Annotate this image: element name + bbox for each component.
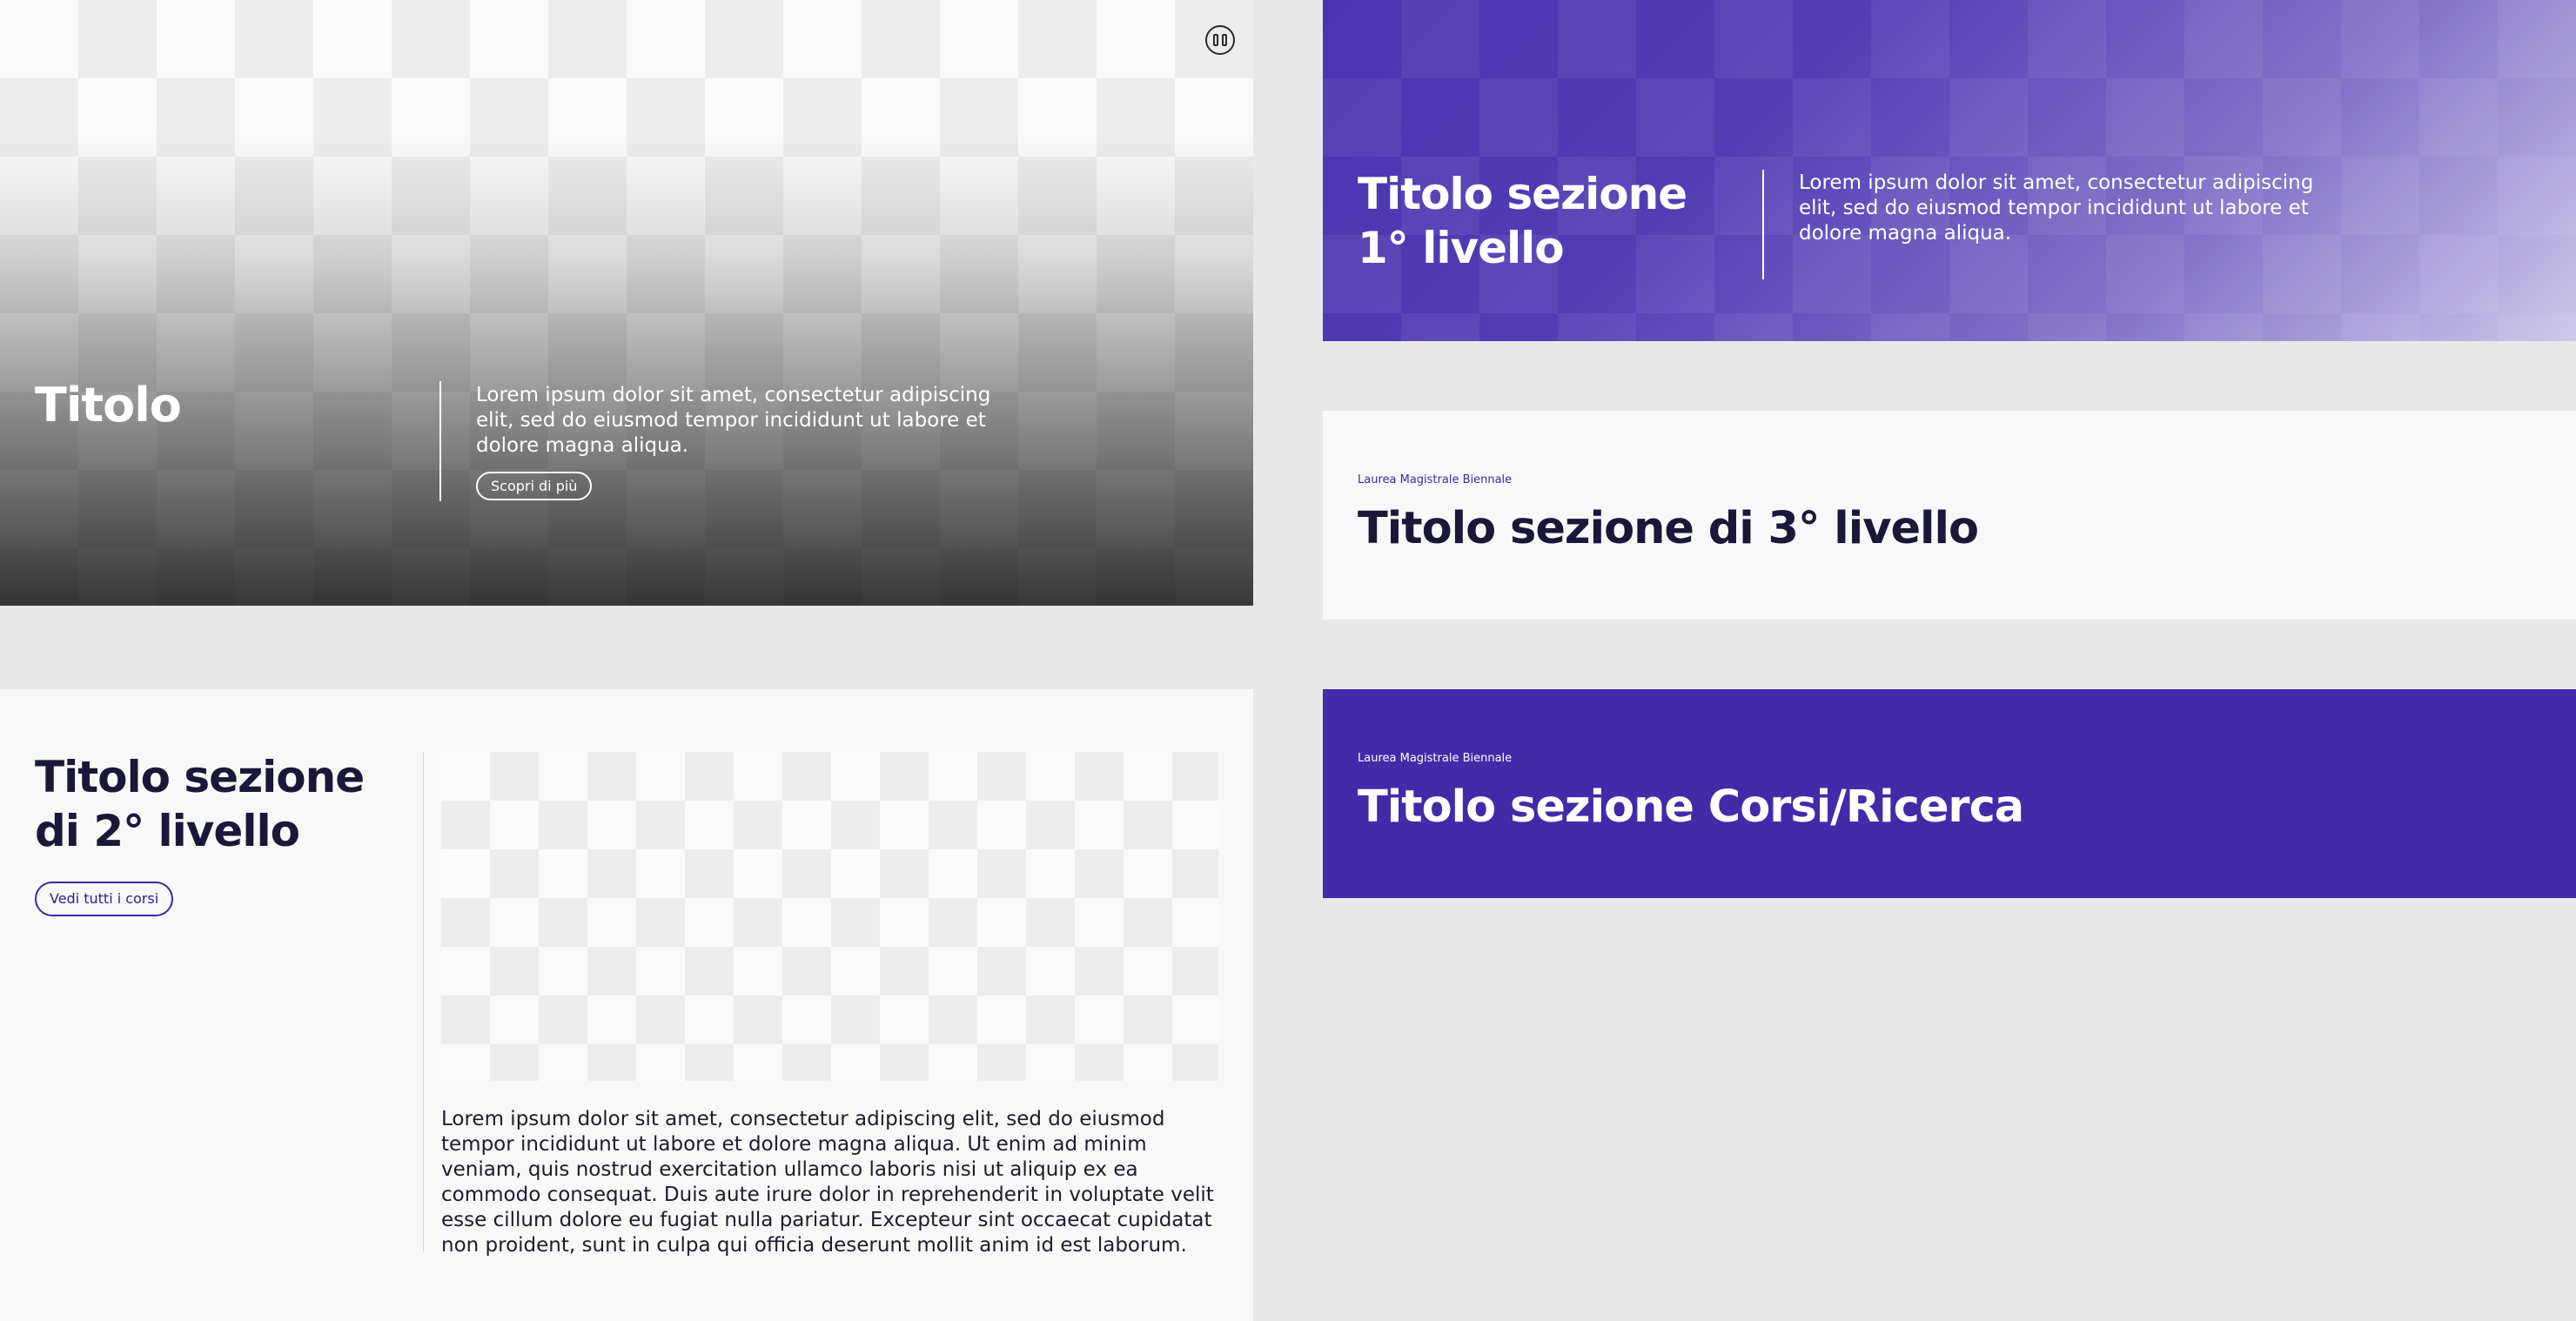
section-level-3: Laurea Magistrale Biennale Titolo sezion… [1323, 411, 2576, 620]
hero-divider [439, 381, 441, 501]
hero-title: Titolo [35, 378, 182, 433]
pause-icon[interactable] [1205, 25, 1235, 55]
hero-text: Lorem ipsum dolor sit amet, consectetur … [476, 384, 991, 457]
section-2-divider [423, 752, 424, 1251]
section-2-text: Lorem ipsum dolor sit amet, consectetur … [441, 1108, 1214, 1257]
section-1-divider [1762, 170, 1764, 279]
view-all-courses-button[interactable]: Vedi tutti i corsi [35, 882, 174, 916]
section-3-eyebrow: Laurea Magistrale Biennale [1358, 473, 1513, 486]
section-1-title: Titolo sezione 1° livello [1358, 169, 1687, 273]
section-corsi-ricerca: Laurea Magistrale Biennale Titolo sezion… [1323, 689, 2576, 898]
section-2-title: Titolo sezione di 2° livello [35, 752, 365, 856]
hero-banner: Titolo Lorem ipsum dolor sit amet, conse… [0, 0, 1253, 606]
section-1-text: Lorem ipsum dolor sit amet, consectetur … [1799, 171, 2314, 245]
image-placeholder [441, 752, 1218, 1081]
section-corsi-title: Titolo sezione Corsi/Ricerca [1358, 781, 2024, 833]
section-level-2: Titolo sezione di 2° livello Vedi tutti … [0, 689, 1253, 1321]
section-3-title: Titolo sezione di 3° livello [1358, 503, 1979, 554]
hero-gradient-overlay [0, 0, 1253, 606]
discover-more-button[interactable]: Scopri di più [476, 472, 593, 500]
section-corsi-eyebrow: Laurea Magistrale Biennale [1358, 752, 1513, 765]
section-level-1: Titolo sezione 1° livello Lorem ipsum do… [1323, 0, 2576, 341]
